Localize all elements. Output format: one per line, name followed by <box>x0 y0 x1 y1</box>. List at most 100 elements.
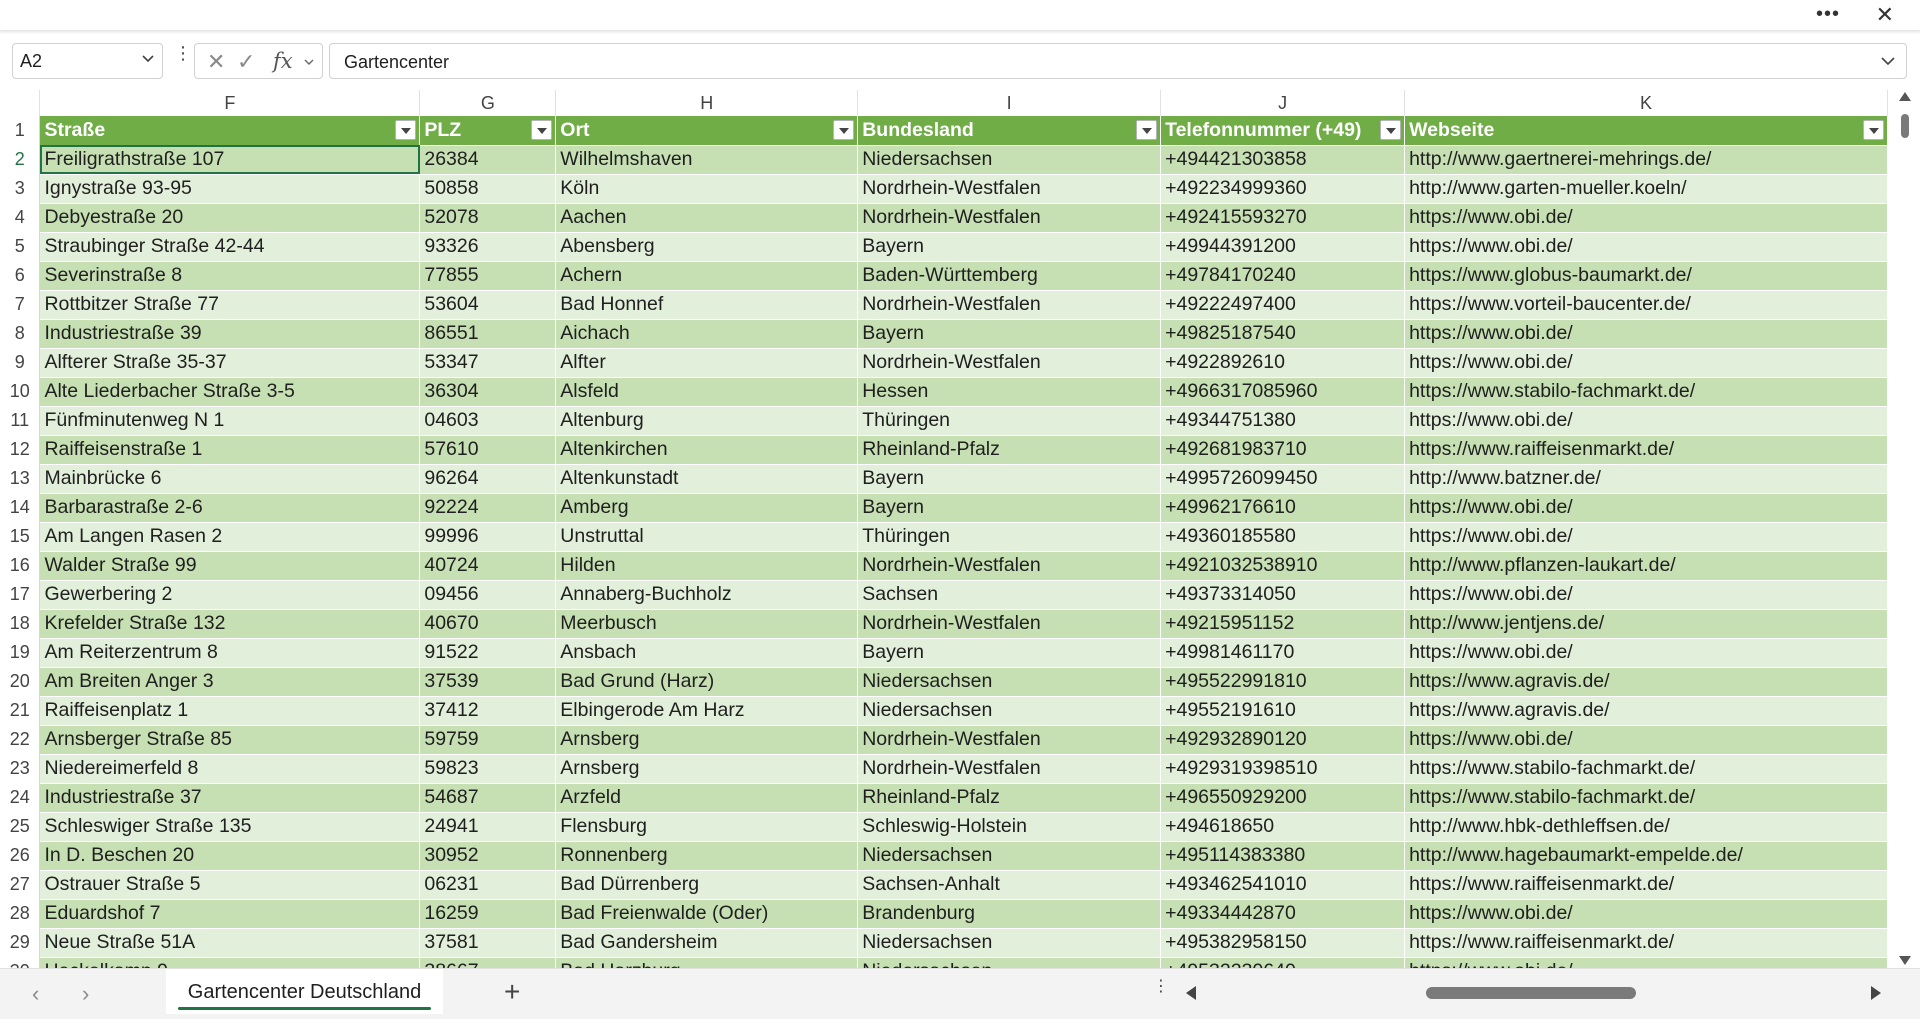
table-cell[interactable]: Gewerbering 2 <box>39 580 421 610</box>
table-cell[interactable]: Nordrhein-Westfalen <box>857 551 1162 581</box>
table-cell[interactable]: +492932890120 <box>1160 725 1406 755</box>
table-cell[interactable]: Eduardshof 7 <box>39 899 421 929</box>
table-cell[interactable]: +4966317085960 <box>1160 377 1406 407</box>
column-header[interactable]: I <box>857 90 1162 116</box>
table-cell[interactable]: http://www.pflanzen-laukart.de/ <box>1404 551 1888 581</box>
table-cell[interactable]: Raiffeisenstraße 1 <box>39 435 421 465</box>
table-cell[interactable]: Nordrhein-Westfalen <box>857 203 1162 233</box>
filter-dropdown-icon[interactable] <box>1136 120 1158 140</box>
row-header[interactable]: 18 <box>0 609 41 638</box>
table-cell[interactable]: Amberg <box>555 493 859 523</box>
table-cell[interactable]: 92224 <box>419 493 557 523</box>
table-cell[interactable]: Hessen <box>857 377 1162 407</box>
table-cell[interactable]: 59823 <box>419 754 557 784</box>
column-header[interactable]: J <box>1160 90 1406 116</box>
table-cell[interactable]: Niedersachsen <box>857 928 1162 958</box>
row-header[interactable]: 20 <box>0 667 41 696</box>
table-cell[interactable]: 77855 <box>419 261 557 291</box>
table-cell[interactable]: Bayern <box>857 232 1162 262</box>
table-cell[interactable]: Sachsen <box>857 580 1162 610</box>
table-cell[interactable]: Meerbusch <box>555 609 859 639</box>
row-header[interactable]: 30 <box>0 957 41 968</box>
table-cell[interactable]: Bad Freienwalde (Oder) <box>555 899 859 929</box>
table-cell[interactable]: Niedersachsen <box>857 957 1162 968</box>
table-cell[interactable]: Nordrhein-Westfalen <box>857 725 1162 755</box>
table-cell[interactable]: Nordrhein-Westfalen <box>857 290 1162 320</box>
table-cell[interactable]: Achern <box>555 261 859 291</box>
table-cell[interactable]: +496550929200 <box>1160 783 1406 813</box>
table-cell[interactable]: +49825187540 <box>1160 319 1406 349</box>
table-cell[interactable]: Straubinger Straße 42-44 <box>39 232 421 262</box>
more-options-icon[interactable]: ••• <box>1816 3 1840 26</box>
table-cell[interactable]: Heckelkamp 9 <box>39 957 421 968</box>
table-cell[interactable]: Barbarastraße 2-6 <box>39 493 421 523</box>
table-cell[interactable]: +495114383380 <box>1160 841 1406 871</box>
table-cell[interactable]: 26384 <box>419 145 557 175</box>
table-cell[interactable]: https://www.obi.de/ <box>1404 638 1888 668</box>
column-header[interactable]: H <box>555 90 859 116</box>
vertical-scrollbar[interactable] <box>1888 90 1920 968</box>
header-cell[interactable]: PLZ <box>419 116 557 146</box>
table-cell[interactable]: https://www.obi.de/ <box>1404 406 1888 436</box>
table-cell[interactable]: Baden-Württemberg <box>857 261 1162 291</box>
formula-input[interactable]: Gartencenter <box>329 43 1907 79</box>
table-cell[interactable]: http://www.jentjens.de/ <box>1404 609 1888 639</box>
table-cell[interactable]: 37539 <box>419 667 557 697</box>
table-cell[interactable]: Alte Liederbacher Straße 3-5 <box>39 377 421 407</box>
header-cell[interactable]: Bundesland <box>857 116 1162 146</box>
table-cell[interactable]: 40670 <box>419 609 557 639</box>
table-cell[interactable]: 06231 <box>419 870 557 900</box>
table-cell[interactable]: Bayern <box>857 319 1162 349</box>
insert-function-icon[interactable]: fx <box>273 49 293 73</box>
row-header[interactable]: 28 <box>0 899 41 928</box>
table-cell[interactable]: +494618650 <box>1160 812 1406 842</box>
table-cell[interactable]: +4929319398510 <box>1160 754 1406 784</box>
table-cell[interactable]: Schleswiger Straße 135 <box>39 812 421 842</box>
table-cell[interactable]: 57610 <box>419 435 557 465</box>
header-cell[interactable]: Ort <box>555 116 859 146</box>
scroll-right-icon[interactable] <box>1871 986 1881 1000</box>
table-cell[interactable]: Arzfeld <box>555 783 859 813</box>
table-cell[interactable]: https://www.raiffeisenmarkt.de/ <box>1404 435 1888 465</box>
row-header[interactable]: 21 <box>0 696 41 725</box>
table-cell[interactable]: Arnsberg <box>555 754 859 784</box>
table-cell[interactable]: Nordrhein-Westfalen <box>857 348 1162 378</box>
table-cell[interactable]: Ronnenberg <box>555 841 859 871</box>
scroll-thumb[interactable] <box>1901 114 1909 138</box>
table-cell[interactable]: Bayern <box>857 493 1162 523</box>
table-cell[interactable]: Ignystraße 93-95 <box>39 174 421 204</box>
table-cell[interactable]: +495382958150 <box>1160 928 1406 958</box>
table-cell[interactable]: +4922892610 <box>1160 348 1406 378</box>
table-cell[interactable]: Bad Harzburg <box>555 957 859 968</box>
table-cell[interactable]: +49360185580 <box>1160 522 1406 552</box>
table-cell[interactable]: +49552191610 <box>1160 696 1406 726</box>
row-header[interactable]: 7 <box>0 290 41 319</box>
table-cell[interactable]: Flensburg <box>555 812 859 842</box>
table-cell[interactable]: Raiffeisenplatz 1 <box>39 696 421 726</box>
table-cell[interactable]: +49334442870 <box>1160 899 1406 929</box>
filter-dropdown-icon[interactable] <box>531 120 553 140</box>
table-cell[interactable]: Niedersachsen <box>857 841 1162 871</box>
previous-sheet-icon[interactable]: ‹ <box>32 981 39 1007</box>
table-cell[interactable]: Rheinland-Pfalz <box>857 435 1162 465</box>
table-cell[interactable]: Altenkirchen <box>555 435 859 465</box>
header-cell[interactable]: Webseite <box>1404 116 1888 146</box>
table-cell[interactable]: Bad Dürrenberg <box>555 870 859 900</box>
table-cell[interactable]: Am Langen Rasen 2 <box>39 522 421 552</box>
table-cell[interactable]: 52078 <box>419 203 557 233</box>
table-cell[interactable]: Severinstraße 8 <box>39 261 421 291</box>
table-cell[interactable]: Abensberg <box>555 232 859 262</box>
row-header[interactable]: 5 <box>0 232 41 261</box>
table-cell[interactable]: +49222497400 <box>1160 290 1406 320</box>
table-cell[interactable]: Ostrauer Straße 5 <box>39 870 421 900</box>
table-cell[interactable]: 16259 <box>419 899 557 929</box>
column-header[interactable]: K <box>1404 90 1888 116</box>
table-cell[interactable]: https://www.obi.de/ <box>1404 493 1888 523</box>
table-cell[interactable]: Niedersachsen <box>857 696 1162 726</box>
row-header[interactable]: 4 <box>0 203 41 232</box>
row-header[interactable]: 17 <box>0 580 41 609</box>
table-cell[interactable]: Arnsberger Straße 85 <box>39 725 421 755</box>
table-cell[interactable]: Niedersachsen <box>857 667 1162 697</box>
table-cell[interactable]: https://www.obi.de/ <box>1404 957 1888 968</box>
row-header[interactable]: 9 <box>0 348 41 377</box>
